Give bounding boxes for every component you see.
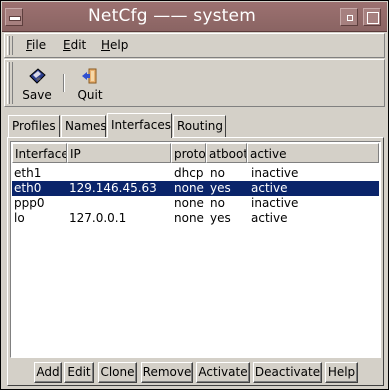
table-row-selected[interactable]: eth0 129.146.45.63 none yes active — [12, 181, 379, 196]
cell-interface: lo — [14, 211, 25, 225]
cell-interface: ppp0 — [14, 196, 45, 210]
cell-ip: 129.146.45.63 — [69, 181, 157, 195]
tab-profiles[interactable]: Profiles — [8, 115, 60, 137]
quit-button[interactable]: Quit — [72, 62, 108, 104]
save-label: Save — [22, 88, 52, 102]
column-header-active[interactable]: active — [247, 143, 379, 163]
tab-interfaces[interactable]: Interfaces — [107, 113, 172, 138]
menu-help-label: elp — [110, 38, 129, 52]
interfaces-list[interactable]: Interface IP proto atboot active eth1 dh… — [10, 141, 381, 358]
table-row[interactable]: ppp0 none no inactive — [12, 196, 379, 211]
cell-atboot: no — [210, 166, 225, 180]
toolbar-separator — [63, 74, 65, 92]
cell-active: inactive — [251, 196, 299, 210]
cell-proto: none — [174, 196, 204, 210]
tab-routing[interactable]: Routing — [173, 115, 226, 137]
help-button[interactable]: Help — [325, 362, 358, 383]
edit-button[interactable]: Edit — [64, 362, 94, 383]
toolbar-grip-handle[interactable] — [7, 62, 13, 104]
netcfg-window: NetCfg —— system File Edit Help Save Qui — [0, 0, 389, 390]
menu-edit-mnemonic: E — [63, 38, 71, 52]
menu-file-label: ile — [32, 38, 47, 52]
menu-help[interactable]: Help — [101, 38, 128, 52]
table-row[interactable]: eth1 dhcp no inactive — [12, 166, 379, 181]
add-button[interactable]: Add — [34, 362, 62, 383]
cell-proto: none — [174, 211, 204, 225]
cell-active: inactive — [251, 166, 299, 180]
window-title: NetCfg —— system — [88, 6, 256, 26]
menu-edit[interactable]: Edit — [63, 38, 86, 52]
column-header-atboot[interactable]: atboot — [206, 143, 247, 163]
menu-file[interactable]: File — [26, 38, 46, 52]
clone-button[interactable]: Clone — [98, 362, 137, 383]
title-bar[interactable]: NetCfg —— system — [2, 2, 387, 32]
tab-names[interactable]: Names — [61, 115, 107, 137]
cell-atboot: yes — [210, 181, 231, 195]
quit-label: Quit — [77, 88, 103, 102]
cell-atboot: no — [210, 196, 225, 210]
minimize-icon[interactable] — [340, 8, 358, 26]
cell-proto: dhcp — [174, 166, 204, 180]
column-header-interface[interactable]: Interface — [12, 143, 67, 163]
menu-bar: File Edit Help — [4, 33, 385, 58]
cell-proto: none — [174, 181, 204, 195]
remove-button[interactable]: Remove — [141, 362, 193, 383]
floppy-disk-icon — [29, 68, 46, 84]
cell-atboot: yes — [210, 211, 231, 225]
cell-ip: 127.0.0.1 — [69, 211, 127, 225]
save-button[interactable]: Save — [19, 62, 55, 104]
cell-interface: eth1 — [14, 166, 42, 180]
column-header-proto[interactable]: proto — [171, 143, 206, 163]
menu-edit-label: dit — [70, 38, 87, 52]
menubar-grip-handle[interactable] — [7, 36, 13, 55]
exit-door-icon — [82, 68, 97, 84]
cell-active: active — [251, 181, 288, 195]
cell-interface: eth0 — [14, 181, 42, 195]
deactivate-button[interactable]: Deactivate — [253, 362, 322, 383]
maximize-icon[interactable] — [363, 8, 381, 26]
toolbar: Save Quit — [4, 59, 385, 107]
cell-active: active — [251, 211, 288, 225]
table-row[interactable]: lo 127.0.0.1 none yes active — [12, 211, 379, 226]
column-header-ip[interactable]: IP — [67, 143, 171, 163]
menu-help-mnemonic: H — [101, 38, 111, 52]
activate-button[interactable]: Activate — [196, 362, 250, 383]
